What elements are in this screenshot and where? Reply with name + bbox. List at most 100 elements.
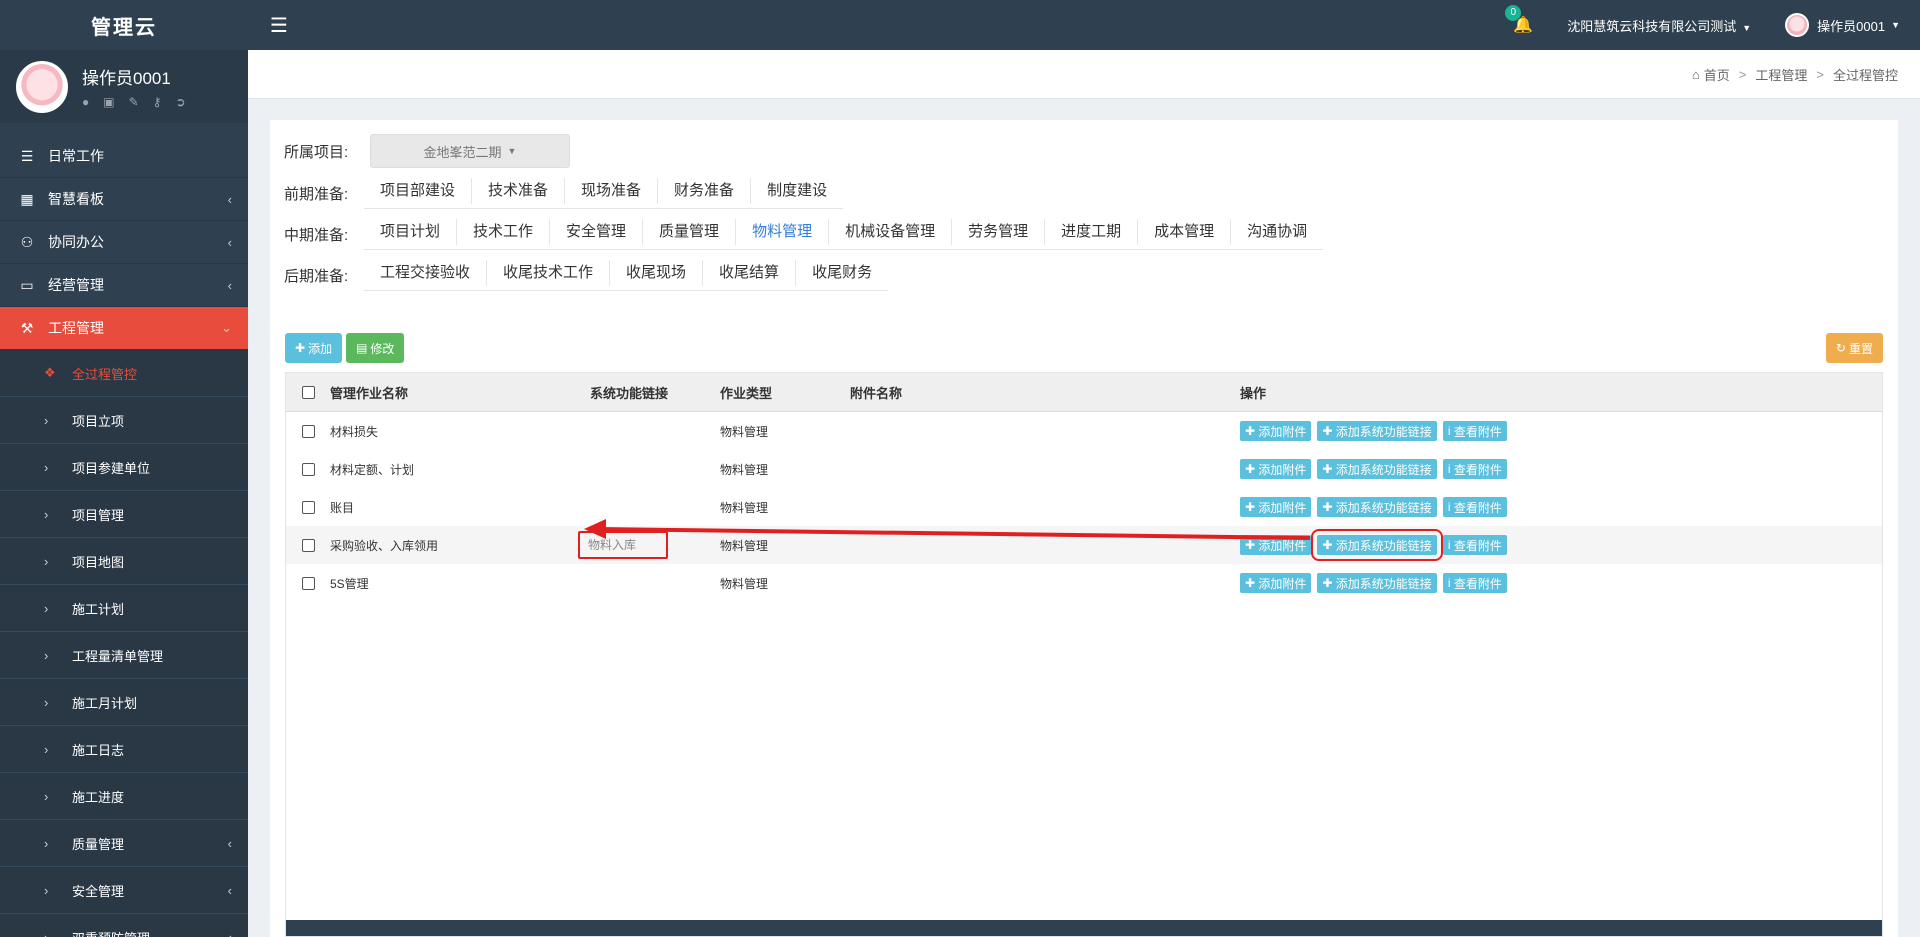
sidebar-subitem-dual-prevention[interactable]: › 双重预防管理 ‹ (0, 914, 248, 937)
cell-type: 物料管理 (720, 424, 769, 439)
sidebar-item-daily-work[interactable]: ☰ 日常工作 (0, 135, 248, 178)
sidebar-subitem-process-control[interactable]: ❖ 全过程管控 (0, 350, 248, 397)
breadcrumb-level1[interactable]: 工程管理 (1755, 65, 1807, 84)
add-link-button[interactable]: ✚ 添加系统功能链接 (1317, 497, 1437, 517)
tab-mid[interactable]: 项目计划 (364, 219, 458, 245)
add-link-button[interactable]: ✚ 添加系统功能链接 (1311, 529, 1443, 561)
chevron-down-icon: ⌄ (221, 320, 232, 335)
row-checkbox[interactable] (301, 576, 315, 590)
reset-button[interactable]: ↻ 重置 (1825, 333, 1883, 363)
sidebar-subitem-monthly-plan[interactable]: › 施工月计划 (0, 679, 248, 726)
add-link-button[interactable]: ✚ 添加系统功能链接 (1317, 421, 1437, 441)
add-attachment-button[interactable]: ✚ 添加附件 (1240, 459, 1312, 479)
crosshair-icon: ❖ (44, 365, 56, 380)
user-dropdown[interactable]: 操作员0001 ▼ (1785, 13, 1900, 37)
tab-late[interactable]: 收尾技术工作 (487, 260, 611, 286)
tab-late[interactable]: 收尾现场 (610, 260, 704, 286)
id-card-icon[interactable]: ▣ (103, 95, 114, 109)
tab-early[interactable]: 项目部建设 (364, 178, 473, 204)
sidebar-subitem-quality[interactable]: › 质量管理 ‹ (0, 820, 248, 867)
chevron-left-icon: ‹ (227, 929, 232, 937)
tab-mid[interactable]: 机械设备管理 (829, 219, 953, 245)
cell-name: 材料定额、计划 (330, 462, 415, 477)
table-row[interactable]: 采购验收、入库领用 物料入库 物料管理 ✚ 添加附件 ✚ 添加系统功能链接 i … (286, 526, 1882, 564)
tab-mid[interactable]: 技术工作 (457, 219, 551, 245)
breadcrumb-level2: 全过程管控 (1832, 67, 1898, 83)
sidebar-subitem-construction-log[interactable]: › 施工日志 (0, 726, 248, 773)
table-row[interactable]: 5S管理 物料管理 ✚ 添加附件 ✚ 添加系统功能链接 i 查看附件 (286, 564, 1882, 602)
sidebar-menu: ☰ 日常工作 ▦ 智慧看板 ‹ ⚇ 协同办公 ‹ ▭ 经营管理 ‹ ⚒ 工程管理… (0, 135, 248, 350)
edit-icon[interactable]: ✎ (129, 95, 139, 109)
company-dropdown[interactable]: 沈阳慧筑云科技有限公司测试 ▼ (1567, 16, 1751, 35)
sidebar-subitem-label: 全过程管控 (72, 366, 138, 382)
sidebar-subitem-label: 项目参建单位 (72, 460, 151, 476)
select-all-checkbox[interactable] (301, 385, 315, 399)
tab-late[interactable]: 工程交接验收 (364, 260, 488, 286)
add-attachment-button[interactable]: ✚ 添加附件 (1240, 573, 1312, 593)
view-attachment-button[interactable]: i 查看附件 (1442, 459, 1507, 479)
view-attachment-button[interactable]: i 查看附件 (1442, 497, 1507, 517)
info-icon: i (1447, 538, 1451, 552)
row-checkbox[interactable] (301, 538, 315, 552)
tab-mid[interactable]: 成本管理 (1138, 219, 1232, 245)
tab-mid[interactable]: 安全管理 (550, 219, 644, 245)
add-attachment-button[interactable]: ✚ 添加附件 (1240, 421, 1312, 441)
tab-early[interactable]: 现场准备 (565, 178, 659, 204)
mid-phase-tabs: 项目计划 技术工作 安全管理 质量管理 物料管理 机械设备管理 劳务管理 进度工… (364, 219, 1324, 250)
key-icon[interactable]: ⚷ (153, 95, 162, 109)
tab-mid[interactable]: 劳务管理 (952, 219, 1046, 245)
table-row[interactable]: 账目 物料管理 ✚ 添加附件 ✚ 添加系统功能链接 i 查看附件 (286, 488, 1882, 526)
tab-late[interactable]: 收尾财务 (796, 260, 888, 286)
table-row[interactable]: 材料定额、计划 物料管理 ✚ 添加附件 ✚ 添加系统功能链接 i 查看附件 (286, 450, 1882, 488)
add-attachment-button[interactable]: ✚ 添加附件 (1240, 535, 1312, 555)
view-attachment-button[interactable]: i 查看附件 (1442, 421, 1507, 441)
add-attachment-button[interactable]: ✚ 添加附件 (1240, 497, 1312, 517)
logout-icon[interactable]: ➲ (175, 95, 185, 109)
edit-button[interactable]: ▤ 修改 (346, 333, 405, 363)
sidebar-subitem-project-management[interactable]: › 项目管理 (0, 491, 248, 538)
sidebar-item-engineering[interactable]: ⚒ 工程管理 ⌄ (0, 307, 248, 350)
add-button[interactable]: ✚ 添加 (285, 333, 343, 363)
system-link-value[interactable]: 物料入库 (578, 531, 668, 559)
add-link-label: 添加系统功能链接 (1335, 424, 1432, 439)
avatar[interactable] (16, 60, 68, 113)
sidebar-item-business[interactable]: ▭ 经营管理 ‹ (0, 264, 248, 307)
table-row[interactable]: 材料损失 物料管理 ✚ 添加附件 ✚ 添加系统功能链接 i 查看附件 (286, 412, 1882, 450)
breadcrumb-separator: > (1816, 66, 1824, 82)
row-checkbox[interactable] (301, 500, 315, 514)
add-link-button[interactable]: ✚ 添加系统功能链接 (1317, 573, 1437, 593)
chevron-right-icon: › (44, 882, 49, 898)
project-select-value: 金地峯范二期 (423, 144, 502, 160)
tab-mid[interactable]: 进度工期 (1045, 219, 1139, 245)
sidebar-subitem-project-map[interactable]: › 项目地图 (0, 538, 248, 585)
sidebar-subitem-bill-of-quantities[interactable]: › 工程量清单管理 (0, 632, 248, 679)
menu-toggle-icon[interactable]: ☰ (270, 13, 288, 38)
breadcrumb-home[interactable]: 首页 (1704, 65, 1730, 84)
tab-late[interactable]: 收尾结算 (703, 260, 797, 286)
tab-early[interactable]: 财务准备 (658, 178, 752, 204)
add-link-button[interactable]: ✚ 添加系统功能链接 (1317, 459, 1437, 479)
view-attachment-label: 查看附件 (1453, 538, 1502, 553)
tab-mid[interactable]: 质量管理 (643, 219, 737, 245)
sidebar-item-dashboard[interactable]: ▦ 智慧看板 ‹ (0, 178, 248, 221)
sidebar-subitem-safety[interactable]: › 安全管理 ‹ (0, 867, 248, 914)
tab-mid-selected[interactable]: 物料管理 (736, 219, 830, 245)
tab-early[interactable]: 制度建设 (751, 178, 843, 204)
row-checkbox[interactable] (301, 462, 315, 476)
row-checkbox[interactable] (301, 424, 315, 438)
tab-mid[interactable]: 沟通协调 (1231, 219, 1323, 245)
sidebar-subitem-progress[interactable]: › 施工进度 (0, 773, 248, 820)
project-select[interactable]: 金地峯范二期 ▼ (370, 134, 570, 168)
add-attachment-label: 添加附件 (1258, 500, 1307, 515)
add-link-label: 添加系统功能链接 (1335, 462, 1432, 477)
sidebar-subitem-project-setup[interactable]: › 项目立项 (0, 397, 248, 444)
tab-early[interactable]: 技术准备 (472, 178, 566, 204)
sidebar-subitem-construction-plan[interactable]: › 施工计划 (0, 585, 248, 632)
chevron-left-icon: ‹ (227, 234, 232, 250)
view-attachment-button[interactable]: i 查看附件 (1442, 573, 1507, 593)
user-icon[interactable]: ● (82, 95, 89, 109)
notification-bell[interactable]: 🔔 0 (1505, 5, 1533, 35)
sidebar-item-collaboration[interactable]: ⚇ 协同办公 ‹ (0, 221, 248, 264)
view-attachment-button[interactable]: i 查看附件 (1442, 535, 1507, 555)
sidebar-subitem-participants[interactable]: › 项目参建单位 (0, 444, 248, 491)
